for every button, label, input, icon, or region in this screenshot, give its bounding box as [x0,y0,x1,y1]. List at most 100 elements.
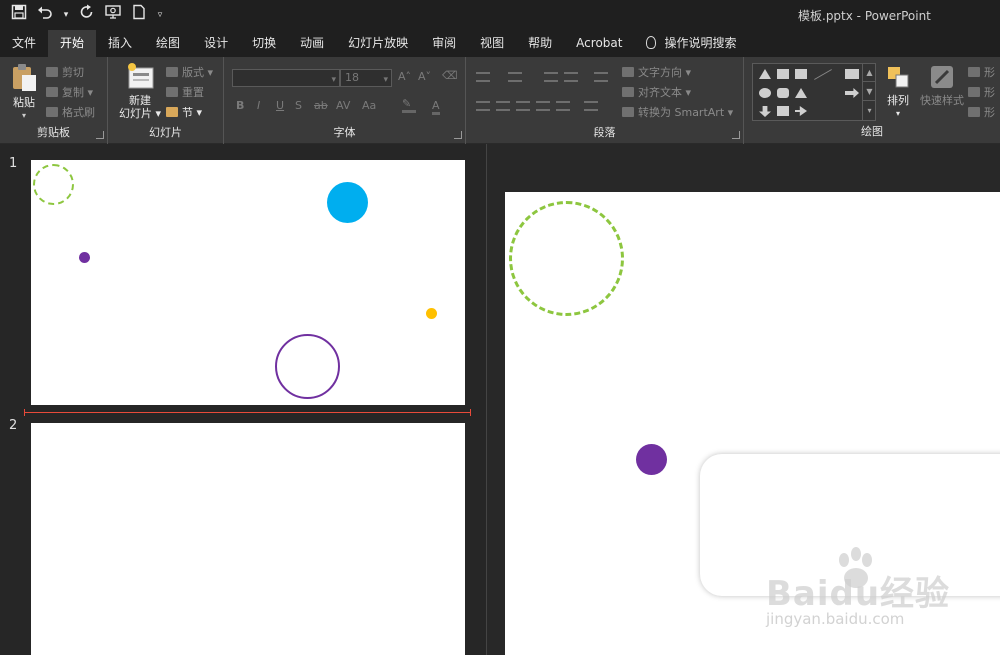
slide-thumbnail-2[interactable] [31,423,465,655]
clear-formatting-icon[interactable]: ⌫ [442,69,458,82]
smartart-button[interactable]: 转换为 SmartArt ▾ [622,104,733,120]
textbox-shape-icon[interactable] [777,69,789,79]
tab-design[interactable]: 设计 [192,30,240,57]
align-center-icon[interactable] [496,101,510,111]
reset-label: 重置 [182,86,204,99]
character-spacing-button[interactable]: AV [336,99,350,112]
change-case-button[interactable]: Aa [362,99,376,112]
rectangle-shape-icon[interactable] [845,69,859,79]
font-name-combo[interactable]: ▾ [232,69,340,87]
tab-view[interactable]: 视图 [468,30,516,57]
tab-home[interactable]: 开始 [48,30,97,57]
tab-animations[interactable]: 动画 [288,30,336,57]
line-spacing-icon[interactable] [594,72,608,82]
scissors-icon [46,67,58,77]
slide-insertion-marker [24,409,471,416]
italic-button[interactable]: I [257,99,260,112]
increase-indent-icon[interactable] [564,72,578,82]
cut-button[interactable]: 剪切 [46,64,84,80]
distributed-icon[interactable] [556,101,570,111]
lightbulb-icon [646,36,657,49]
tab-slideshow[interactable]: 幻灯片放映 [336,30,420,57]
gallery-down-icon[interactable]: ▼ [863,82,876,101]
font-size-value: 18 [345,71,359,84]
shapes-gallery[interactable] [752,63,876,121]
numbering-icon[interactable] [508,72,522,82]
save-icon[interactable] [8,4,30,26]
align-right-icon[interactable] [516,101,530,111]
arrange-label: 排列 [887,94,909,107]
font-launcher-icon[interactable] [454,131,462,139]
layout-button[interactable]: 版式 ▾ [166,64,213,80]
shadow-button[interactable]: S [295,99,302,112]
right-arrow-shape-icon[interactable] [795,106,807,116]
shape-effects-button[interactable]: 形 [968,104,995,120]
section-button[interactable]: 节 ▾ [166,104,202,120]
shrink-font-icon[interactable]: A˅ [418,70,431,83]
font-size-combo[interactable]: 18 ▾ [340,69,392,87]
layout-label: 版式 [182,66,204,79]
oval-shape-icon[interactable] [759,88,771,98]
gallery-up-icon[interactable]: ▲ [863,63,876,82]
clipboard-launcher-icon[interactable] [96,131,104,139]
undo-icon[interactable] [34,4,56,26]
smartart-label: 转换为 SmartArt [638,106,725,119]
tab-draw[interactable]: 绘图 [144,30,192,57]
tab-transitions[interactable]: 切换 [240,30,288,57]
isosceles-triangle-shape-icon[interactable] [795,88,807,98]
tab-insert[interactable]: 插入 [96,30,144,57]
align-text-button[interactable]: 对齐文本 ▾ [622,84,691,100]
purple-circle[interactable] [636,444,667,475]
triangle-shape-icon[interactable] [759,69,771,79]
decrease-indent-icon[interactable] [544,72,558,82]
present-from-start-icon[interactable] [102,4,124,26]
vertical-textbox-shape-icon[interactable] [795,69,807,79]
undo-dropdown-icon[interactable]: ▾ [60,4,72,26]
font-color-button[interactable]: A [432,99,440,115]
reset-button[interactable]: 重置 [166,84,204,100]
text-direction-icon [622,67,634,77]
customize-toolbar-icon[interactable]: ▿ [154,4,166,26]
shape-outline-button[interactable]: 形 [968,84,995,100]
quick-styles-button[interactable]: 快速样式 [916,63,968,107]
bullets-icon[interactable] [476,72,490,82]
underline-button[interactable]: U [276,99,284,112]
align-left-icon[interactable] [476,101,490,111]
grow-font-icon[interactable]: A˄ [398,70,411,83]
slide-thumbnail-1[interactable] [31,160,465,405]
shapes-gallery-scroll[interactable]: ▲ ▼ ▾ [862,63,876,121]
format-painter-label: 格式刷 [62,106,95,119]
tab-review[interactable]: 审阅 [420,30,468,57]
strikethrough-button[interactable]: ab [314,99,328,112]
callout-shape-icon[interactable] [777,106,789,116]
rounded-rect-shape-icon[interactable] [777,88,789,98]
slide-thumbnail-pane[interactable]: 1 2 [0,144,486,655]
arrow-shape-icon[interactable] [845,88,859,98]
new-document-icon[interactable] [128,4,150,26]
tab-help[interactable]: 帮助 [516,30,564,57]
gallery-more-icon[interactable]: ▾ [863,101,876,120]
dashed-green-circle[interactable] [509,201,624,316]
bold-button[interactable]: B [236,99,244,112]
highlight-icon[interactable]: ✎ [402,97,416,113]
justify-icon[interactable] [536,101,550,111]
shape-fill-button[interactable]: 形 [968,64,995,80]
paintbrush-icon [46,107,58,117]
tab-acrobat[interactable]: Acrobat [564,30,634,57]
tab-file[interactable]: 文件 [0,30,48,57]
columns-icon[interactable] [584,101,598,111]
copy-button[interactable]: 复制 ▾ [46,84,93,100]
paste-button[interactable]: 粘贴 ▾ [6,63,42,122]
format-painter-button[interactable]: 格式刷 [46,104,95,120]
ribbon-tabs: 文件 开始 插入 绘图 设计 切换 动画 幻灯片放映 审阅 视图 帮助 Acro… [0,30,1000,57]
arrange-button[interactable]: 排列 ▾ [880,63,916,120]
paragraph-launcher-icon[interactable] [732,131,740,139]
quick-styles-label: 快速样式 [920,94,964,107]
redo-icon[interactable] [76,4,98,26]
quick-access-toolbar: ▾ ▿ [8,4,166,26]
new-slide-button[interactable]: 新建 幻灯片 ▾ [116,61,164,120]
line-shape-icon[interactable] [814,69,832,80]
down-arrow-shape-icon[interactable] [759,106,771,117]
text-direction-button[interactable]: 文字方向 ▾ [622,64,691,80]
tell-me-search[interactable]: 操作说明搜索 [634,30,748,57]
